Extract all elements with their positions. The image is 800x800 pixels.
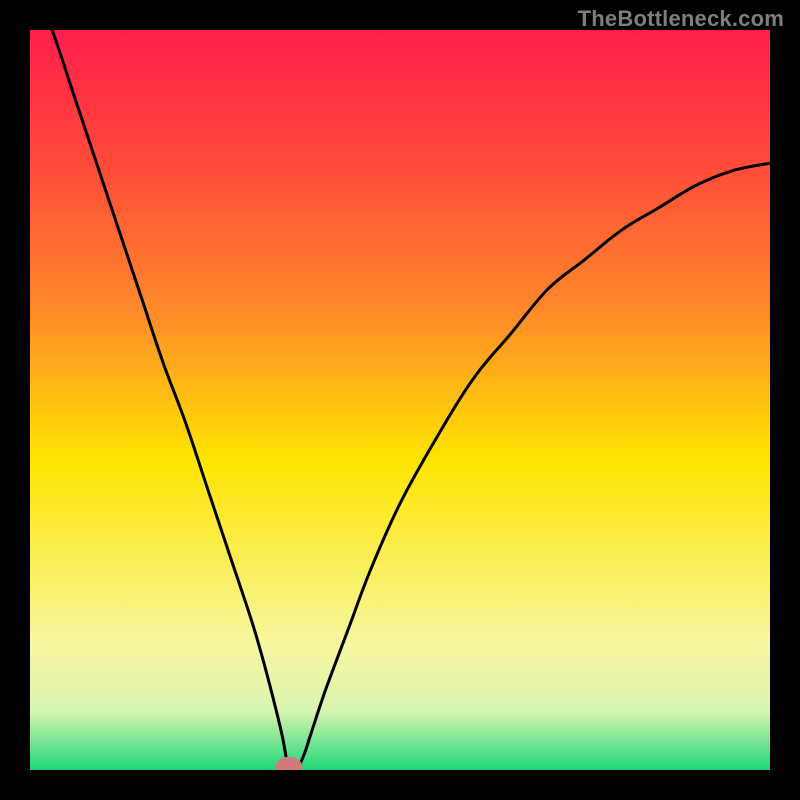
bottleneck-chart — [30, 30, 770, 770]
gradient-background — [30, 30, 770, 770]
watermark-text: TheBottleneck.com — [578, 6, 784, 32]
chart-svg — [30, 30, 770, 770]
chart-frame: TheBottleneck.com — [0, 0, 800, 800]
